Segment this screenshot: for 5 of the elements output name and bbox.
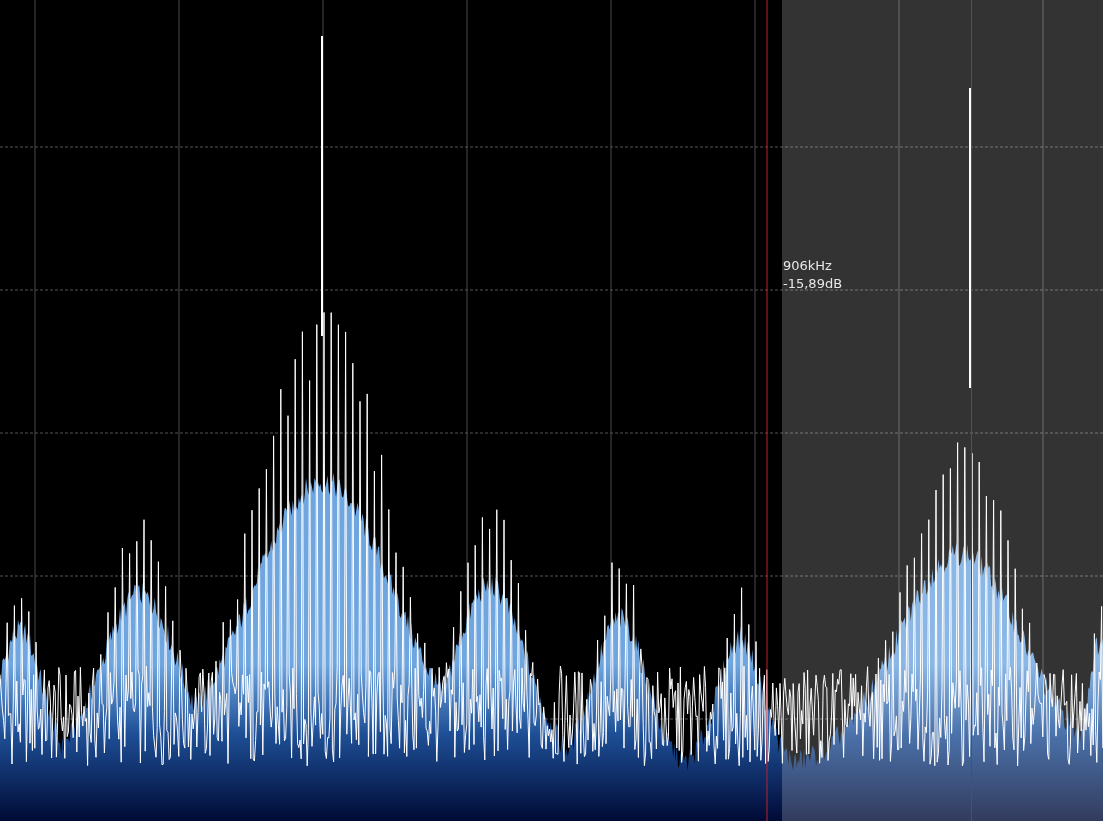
frequency-readout: 906kHz: [783, 257, 833, 275]
marker-line[interactable]: [766, 0, 768, 821]
marker-line[interactable]: [971, 0, 972, 821]
level-readout: -15,89dB: [783, 275, 843, 293]
passband-highlight[interactable]: [782, 0, 1103, 821]
